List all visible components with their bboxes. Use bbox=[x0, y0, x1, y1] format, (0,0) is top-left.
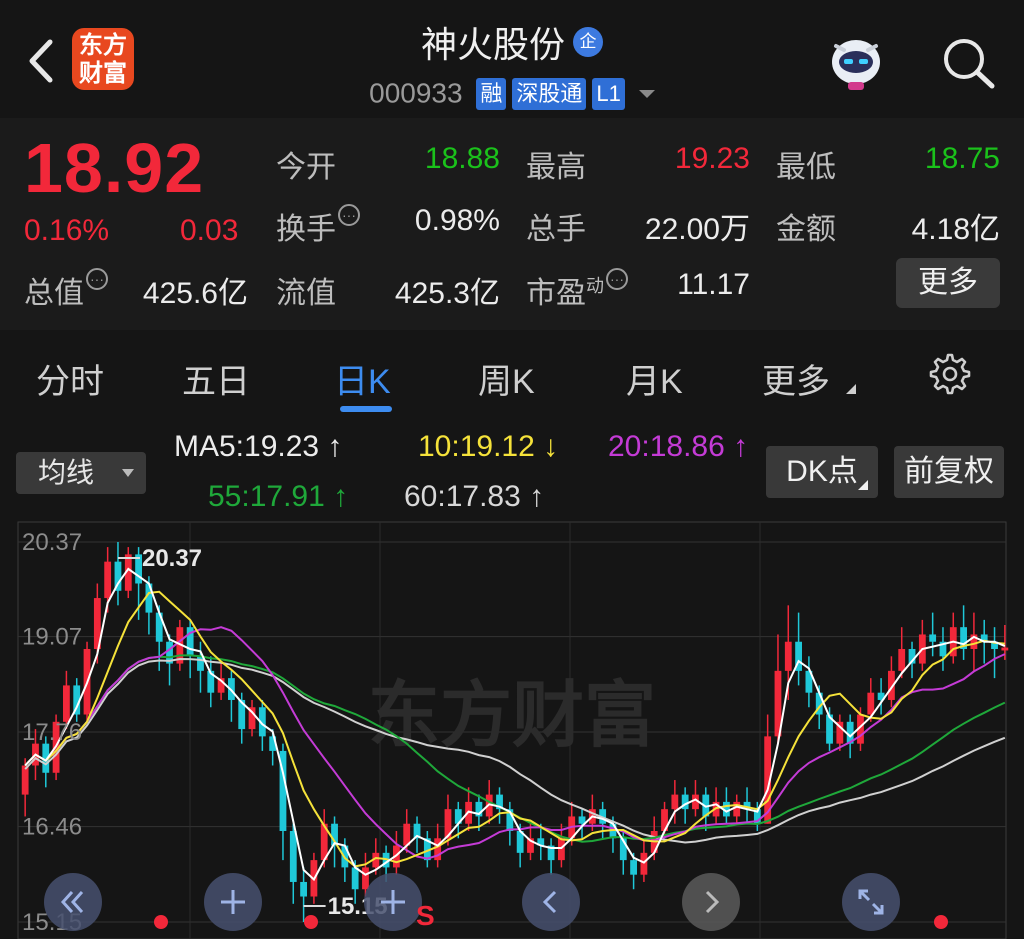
pe-dynamic-sup: 动 bbox=[586, 276, 604, 296]
candle-body bbox=[784, 641, 792, 671]
candle-body bbox=[21, 765, 29, 795]
forward-adjust-button[interactable]: 前复权 bbox=[894, 446, 1004, 498]
candle-body bbox=[63, 685, 70, 722]
y-tick-label: 20.37 bbox=[22, 529, 82, 556]
tab-intraday[interactable]: 分时 bbox=[36, 354, 104, 403]
fullscreen-button[interactable] bbox=[842, 873, 900, 931]
scroll-right-button[interactable] bbox=[682, 873, 740, 931]
float-value: 425.3亿 bbox=[394, 277, 500, 310]
signal-dot bbox=[154, 915, 168, 929]
mktcap-label-text: 总值 bbox=[24, 277, 84, 310]
expand-icon bbox=[858, 889, 884, 915]
candle-body bbox=[351, 867, 359, 890]
candle-body bbox=[640, 852, 648, 875]
pe-label-text: 市盈 bbox=[526, 277, 586, 310]
scroll-left-button[interactable] bbox=[522, 873, 580, 931]
ma5-value: MA5:19.23 ↑ bbox=[174, 430, 343, 463]
change-percent: 0.16% bbox=[24, 214, 110, 247]
collapse-left-button[interactable] bbox=[44, 873, 102, 931]
signal-dot bbox=[304, 915, 318, 929]
indicator-select[interactable]: 均线 bbox=[16, 452, 146, 494]
turnover-label-text: 换手 bbox=[276, 213, 336, 246]
mktcap-label[interactable]: 总值 ··· bbox=[24, 268, 108, 312]
indicator-select-label: 均线 bbox=[38, 457, 95, 488]
watermark: 东方财富 bbox=[368, 673, 656, 757]
tab-daily-k[interactable]: 日K bbox=[334, 354, 391, 403]
open-label: 今开 bbox=[276, 151, 336, 184]
candle-body bbox=[929, 634, 937, 642]
corner-triangle-icon bbox=[846, 384, 856, 394]
high-value: 19.23 bbox=[674, 142, 750, 175]
volume-value: 22.00万 bbox=[644, 213, 750, 246]
candle-body bbox=[558, 838, 565, 861]
volume-label: 总手 bbox=[526, 213, 586, 246]
tab-weekly-k[interactable]: 周K bbox=[478, 354, 535, 403]
more-button[interactable]: 更多 bbox=[896, 258, 1000, 308]
tag-margin: 融 bbox=[476, 77, 507, 110]
signal-dot bbox=[934, 915, 948, 929]
tab-more[interactable]: 更多 bbox=[762, 354, 830, 403]
low-value: 18.75 bbox=[924, 142, 1000, 175]
candle-body bbox=[289, 831, 297, 882]
dk-point-button[interactable]: DK点 bbox=[766, 446, 878, 498]
plus-icon bbox=[221, 890, 245, 914]
change-value: 0.03 bbox=[180, 214, 239, 247]
pe-label[interactable]: 市盈动 ··· bbox=[526, 268, 628, 312]
high-marker: 20.37 bbox=[142, 545, 202, 572]
ma60-value: 60:17.83 ↑ bbox=[404, 480, 545, 513]
robot-assistant-icon[interactable] bbox=[824, 32, 888, 92]
dropdown-icon bbox=[122, 469, 134, 477]
chevron-down-icon[interactable] bbox=[638, 89, 655, 98]
sell-signal: S bbox=[416, 900, 435, 931]
candle-body bbox=[1001, 647, 1009, 651]
add-button[interactable] bbox=[364, 873, 422, 931]
high-label: 最高 bbox=[526, 151, 586, 184]
open-value: 18.88 bbox=[424, 142, 500, 175]
tab-monthly-k[interactable]: 月K bbox=[626, 354, 683, 403]
y-tick-label: 19.07 bbox=[22, 624, 82, 651]
candle-body bbox=[898, 649, 906, 671]
double-chevron-left-icon bbox=[60, 890, 84, 914]
corner-triangle-icon bbox=[858, 480, 868, 490]
stock-name: 神火股份 bbox=[420, 24, 565, 65]
enterprise-badge: 企 bbox=[573, 27, 603, 57]
pe-value: 11.17 bbox=[677, 268, 750, 301]
plus-icon bbox=[381, 890, 405, 914]
ma10-value: 10:19.12 ↓ bbox=[418, 430, 559, 463]
turnover-value: 0.98% bbox=[414, 204, 500, 237]
tag-level1: L1 bbox=[592, 77, 625, 110]
mktcap-value: 425.6亿 bbox=[142, 277, 248, 310]
ma20-value: 20:18.86 ↑ bbox=[608, 430, 749, 463]
amount-label: 金额 bbox=[776, 213, 836, 246]
chevron-left-icon bbox=[542, 890, 557, 914]
info-icon[interactable]: ··· bbox=[338, 204, 360, 226]
float-label: 流值 bbox=[276, 277, 336, 310]
search-icon[interactable] bbox=[938, 34, 998, 90]
y-tick-label: 17.76 bbox=[22, 719, 82, 746]
active-tab-indicator bbox=[340, 406, 392, 412]
stock-code: 000933 bbox=[369, 77, 463, 109]
candle-body bbox=[867, 692, 875, 715]
candle-body bbox=[300, 881, 307, 897]
tab-five-day[interactable]: 五日 bbox=[182, 354, 250, 403]
low-label: 最低 bbox=[776, 151, 836, 184]
info-icon[interactable]: ··· bbox=[606, 268, 628, 290]
gear-icon[interactable] bbox=[928, 352, 972, 396]
y-tick-label: 16.46 bbox=[22, 814, 82, 841]
tag-shenzhen-connect: 深股通 bbox=[512, 77, 587, 110]
candle-body bbox=[671, 794, 679, 810]
info-icon[interactable]: ··· bbox=[86, 268, 108, 290]
ma55-value: 55:17.91 ↑ bbox=[208, 480, 349, 513]
last-price: 18.92 bbox=[24, 129, 205, 207]
zoom-in-button[interactable] bbox=[204, 873, 262, 931]
amount-value: 4.18亿 bbox=[911, 213, 1000, 246]
candle-body bbox=[630, 860, 637, 875]
candle-body bbox=[104, 561, 112, 599]
chevron-right-icon bbox=[705, 890, 720, 914]
turnover-label[interactable]: 换手 ··· bbox=[276, 204, 360, 248]
